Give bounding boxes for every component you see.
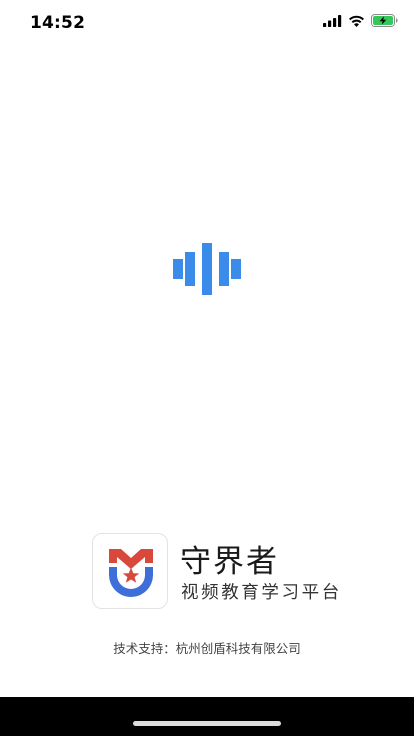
brand-block: 守界者 视频教育学习平台 xyxy=(92,533,352,611)
status-time: 14:52 xyxy=(30,13,86,33)
status-bar: 14:52 xyxy=(0,0,414,48)
wifi-icon xyxy=(348,15,365,27)
bottom-bar xyxy=(0,697,414,736)
battery-charging-icon xyxy=(371,14,398,27)
status-icons xyxy=(323,14,398,27)
shield-star-logo xyxy=(109,549,153,597)
home-indicator[interactable] xyxy=(133,721,281,726)
app-logo xyxy=(92,533,168,609)
audio-wave-loading-icon xyxy=(173,241,241,297)
app-name: 守界者 xyxy=(180,544,279,580)
splash-screen: 14:52 守界者 视频教育学习平台 技术支持：杭州创盾科技有限公司 xyxy=(0,0,414,736)
cellular-signal-icon xyxy=(323,14,342,27)
app-tagline: 视频教育学习平台 xyxy=(181,583,342,603)
tech-support-text: 技术支持：杭州创盾科技有限公司 xyxy=(113,641,301,656)
